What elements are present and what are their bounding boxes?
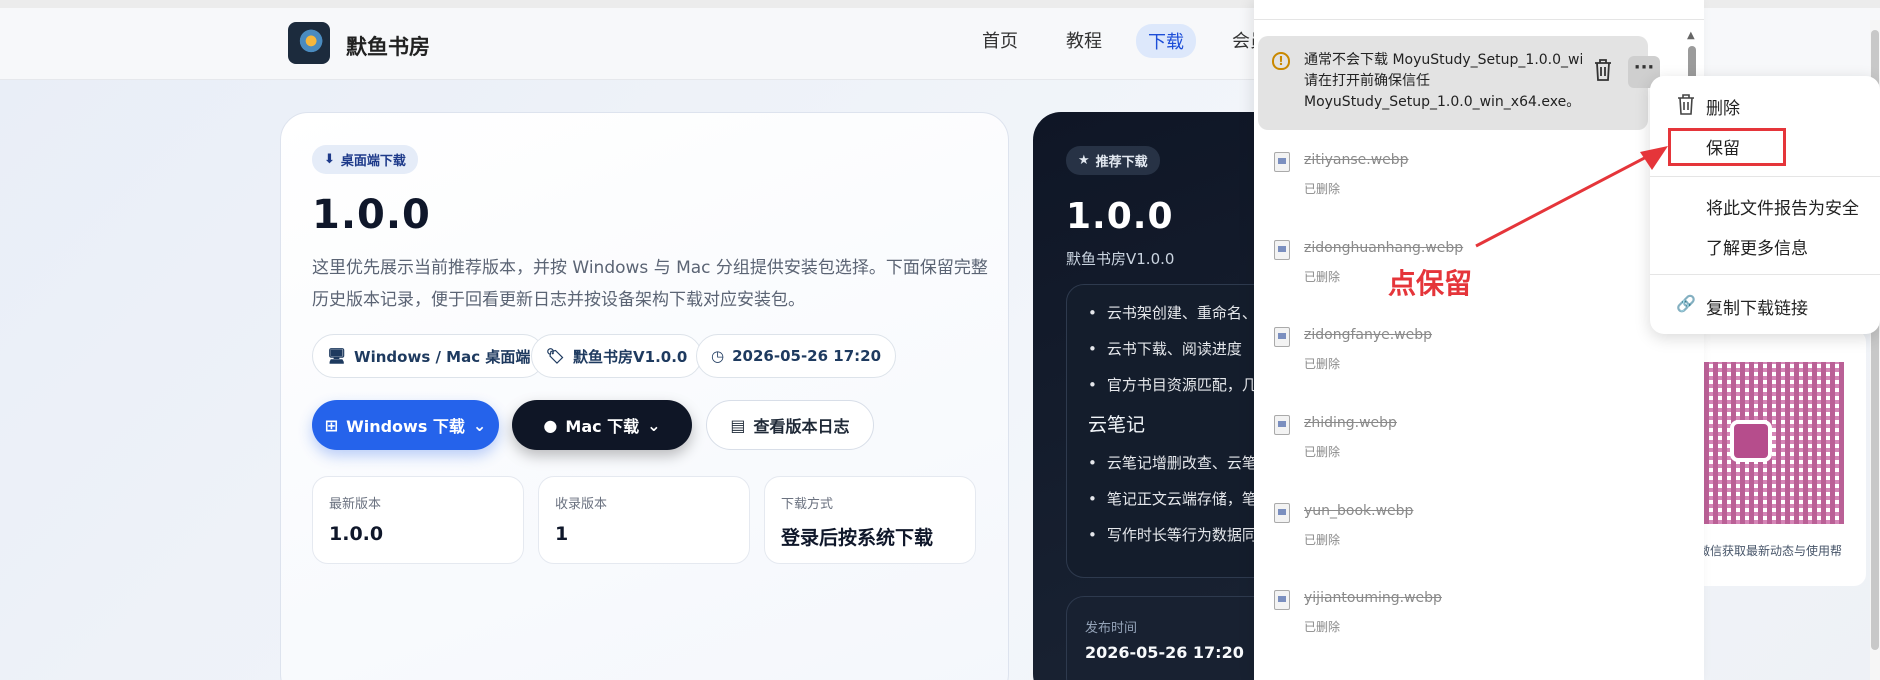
nav-home[interactable]: 首页 — [982, 27, 1018, 53]
image-file-icon — [1274, 503, 1290, 523]
feature-item: 云笔记增删改查、云笔 — [1088, 452, 1257, 473]
apple-icon: ● — [543, 415, 558, 435]
trash-icon — [1678, 94, 1694, 115]
blocked-download-message: 通常不会下载 MoyuStudy_Setup_1.0.0_win_x64.exe… — [1304, 52, 1582, 110]
image-file-icon — [1274, 415, 1290, 435]
menu-divider — [1650, 274, 1880, 275]
feature-item: 云书下载、阅读进度 — [1088, 338, 1242, 359]
recommended-release-name: 默鱼书房V1.0.0 — [1066, 250, 1175, 268]
recommended-badge: ★ 推荐下载 — [1066, 146, 1160, 175]
annotation-text: 点保留 — [1388, 267, 1473, 300]
feature-item: 官方书目资源匹配，几 — [1088, 374, 1257, 395]
feature-section-title: 云笔记 — [1088, 414, 1146, 436]
view-changelog-button[interactable]: ▤ 查看版本日志 — [706, 400, 874, 450]
scroll-up-icon[interactable]: ▲ — [1687, 30, 1695, 41]
version-description: 这里优先展示当前推荐版本，并按 Windows 与 Mac 分组提供安装包选择。… — [312, 258, 988, 310]
nav-tutorial[interactable]: 教程 — [1066, 27, 1102, 53]
stat-version-count: 收录版本 1 — [538, 476, 750, 564]
site-name[interactable]: 默鱼书房 — [346, 31, 430, 61]
download-icon: ⬇ — [324, 152, 335, 167]
menu-item-delete[interactable]: 删除 — [1706, 94, 1740, 119]
chevron-down-icon: ⌄ — [647, 415, 661, 435]
mac-download-button[interactable]: ● Mac 下载 ⌄ — [512, 400, 692, 450]
log-icon: ▤ — [730, 415, 746, 435]
qr-caption: 微信获取最新动态与使用帮 — [1698, 544, 1843, 558]
nav-download[interactable]: 下载 — [1136, 24, 1196, 58]
tag-icon: 🏷 — [546, 347, 566, 365]
feature-item: 云书架创建、重命名、 — [1088, 302, 1257, 323]
release-name-pill: 🏷 默鱼书房V1.0.0 — [531, 334, 703, 378]
platform-pill: 🖥 Windows / Mac 桌面端 — [312, 334, 546, 378]
star-icon: ★ — [1078, 153, 1090, 168]
annotation-arrow — [1475, 146, 1668, 248]
site-logo[interactable] — [288, 22, 330, 64]
monitor-icon: 🖥 — [327, 347, 347, 365]
downloads-panel-header — [1254, 0, 1704, 20]
image-file-icon — [1274, 327, 1290, 347]
menu-divider — [1650, 176, 1880, 177]
stat-latest-version: 最新版本 1.0.0 — [312, 476, 524, 564]
menu-item-report-safe[interactable]: 将此文件报告为安全 — [1706, 194, 1859, 219]
menu-item-learn-more[interactable]: 了解更多信息 — [1706, 234, 1808, 259]
clock-icon: ◷ — [711, 347, 725, 365]
release-date-pill: ◷ 2026-05-26 17:20 — [696, 334, 897, 378]
image-file-icon — [1274, 590, 1290, 610]
image-file-icon — [1274, 152, 1290, 172]
desktop-download-badge: ⬇ 桌面端下载 — [312, 145, 418, 174]
image-file-icon — [1274, 240, 1290, 260]
wechat-icon — [1730, 420, 1772, 462]
feature-item: 写作时长等行为数据同 — [1088, 524, 1257, 545]
windows-icon: ⊞ — [324, 415, 339, 435]
chevron-down-icon: ⌄ — [472, 415, 487, 435]
stat-download-method: 下载方式 登录后按系统下载 — [764, 476, 976, 564]
warning-shield-icon: ! — [1272, 52, 1290, 70]
trash-icon[interactable] — [1592, 58, 1614, 82]
highlight-box-keep — [1668, 128, 1786, 166]
recommended-version: 1.0.0 — [1066, 196, 1174, 237]
current-version: 1.0.0 — [312, 192, 431, 238]
feature-item: 笔记正文云端存储，笔 — [1088, 488, 1257, 509]
wechat-qr-code — [1704, 362, 1844, 524]
menu-item-copy-link[interactable]: 复制下载链接 — [1706, 294, 1808, 319]
link-icon: 🔗 — [1676, 294, 1696, 313]
windows-download-button[interactable]: ⊞ Windows 下载 ⌄ — [312, 400, 499, 450]
